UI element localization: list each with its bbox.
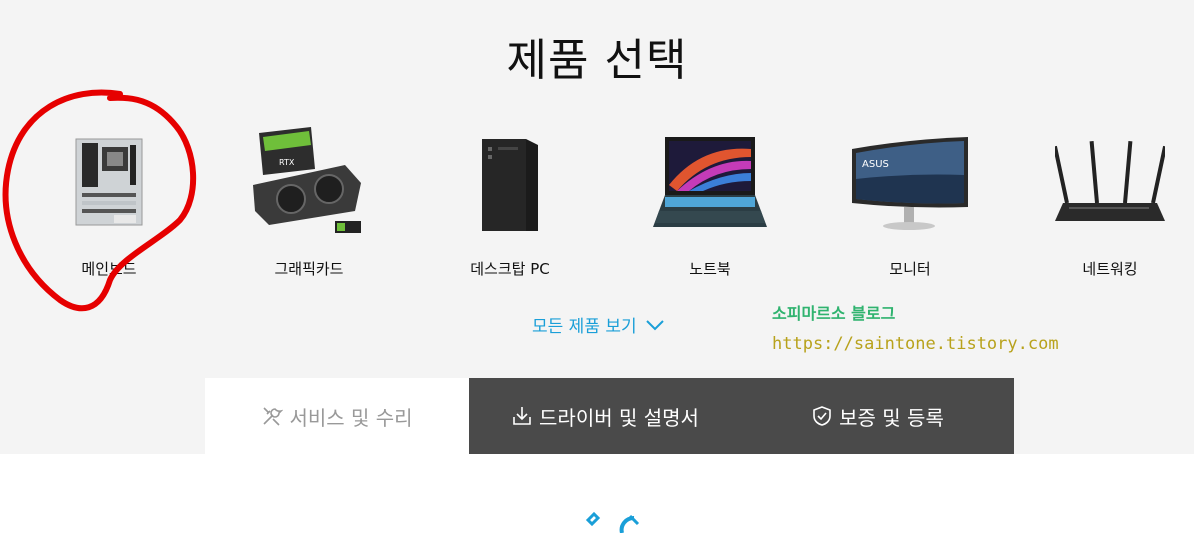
category-graphics-card[interactable]: RTX 그래픽카드 [219, 125, 399, 285]
category-monitor[interactable]: ASUS 모니터 [820, 125, 1000, 285]
router-icon [1020, 125, 1194, 240]
tab-warranty-registration[interactable]: 보증 및 등록 [741, 378, 1014, 454]
tools-icon [263, 407, 284, 426]
category-label: 모니터 [889, 260, 931, 278]
desktop-pc-icon [420, 125, 600, 240]
category-label: 그래픽카드 [274, 260, 344, 278]
service-icon [585, 511, 640, 533]
watermark-blog-url: https://saintone.tistory.com [772, 334, 1059, 354]
tab-label: 보증 및 등록 [839, 405, 944, 430]
tab-label: 드라이버 및 설명서 [539, 405, 699, 430]
view-all-products-label: 모든 제품 보기 [532, 317, 637, 337]
graphics-card-icon: RTX [219, 125, 399, 240]
monitor-icon: ASUS [820, 125, 1000, 240]
shield-check-icon [813, 406, 831, 426]
svg-text:ASUS: ASUS [862, 159, 889, 170]
category-laptop[interactable]: 노트북 [620, 125, 800, 285]
category-label: 노트북 [689, 260, 731, 278]
page-title: 제품 선택 [506, 35, 688, 86]
laptop-icon [620, 125, 800, 240]
tab-label: 서비스 및 수리 [289, 405, 413, 430]
category-networking[interactable]: 네트워킹 [1020, 125, 1194, 285]
category-label: 데스크탑 PC [470, 260, 550, 278]
tab-drivers-manuals[interactable]: 드라이버 및 설명서 [469, 378, 741, 454]
watermark-blog-name: 소피마르소 블로그 [772, 304, 896, 323]
support-tabs: 서비스 및 수리 드라이버 및 설명서 보증 및 등록 [205, 378, 1014, 454]
chevron-down-icon [645, 319, 664, 330]
category-desktop-pc[interactable]: 데스크탑 PC [420, 125, 600, 285]
download-icon [513, 407, 531, 425]
tab-service-repair[interactable]: 서비스 및 수리 [205, 378, 469, 454]
svg-text:RTX: RTX [279, 158, 295, 167]
highlight-circle [2, 89, 197, 312]
category-label: 네트워킹 [1082, 260, 1138, 278]
view-all-products-link[interactable]: 모든 제품 보기 [532, 312, 665, 337]
